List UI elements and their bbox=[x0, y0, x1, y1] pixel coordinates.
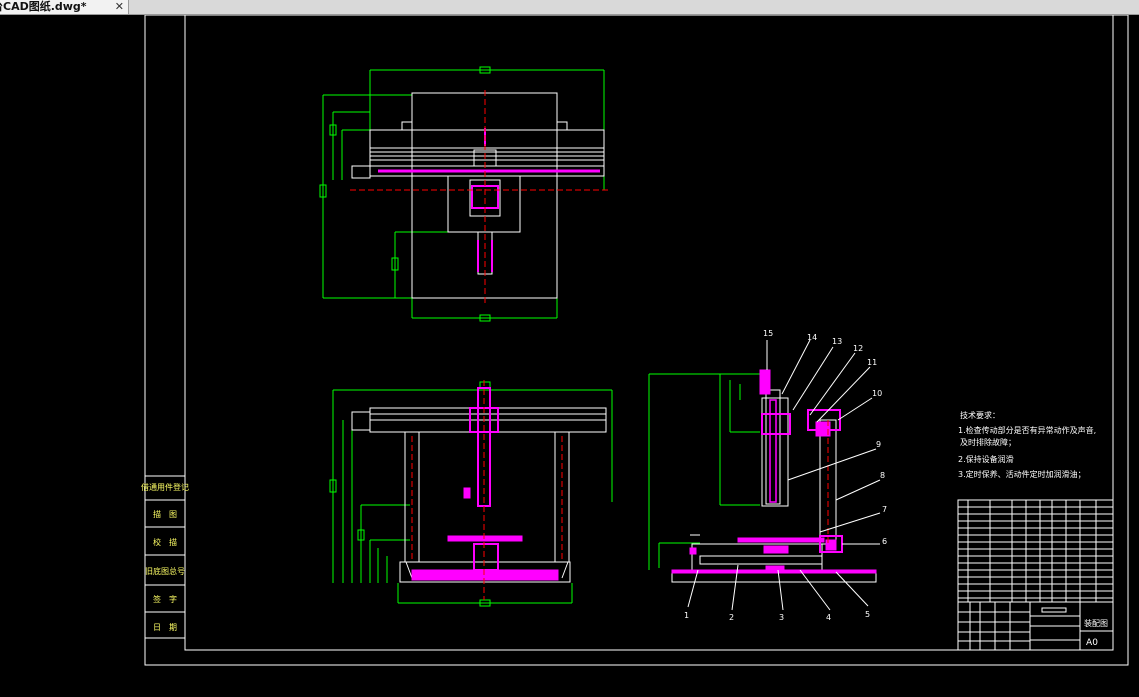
top-view[interactable] bbox=[319, 66, 608, 322]
tech-note-line-4: 3.定时保养、活动件定时加润滑油； bbox=[958, 469, 1086, 479]
left-block-row-2: 描 图 bbox=[153, 509, 177, 519]
part-number-2: 2 bbox=[729, 613, 734, 622]
left-block-row-3: 校 描 bbox=[153, 537, 177, 547]
part-number-1: 1 bbox=[684, 611, 689, 620]
left-block-row-4: 旧底图总号 bbox=[145, 566, 185, 576]
side-view[interactable]: 15 14 13 12 11 10 9 8 7 6 1 2 3 4 5 bbox=[648, 329, 887, 622]
tech-note-line-2: 及时排除故障； bbox=[960, 437, 1016, 447]
document-tab-bar: 台CAD图纸.dwg* ✕ bbox=[0, 0, 1139, 15]
sheet-size: A0 bbox=[1086, 638, 1098, 648]
part-number-6: 6 bbox=[882, 537, 887, 546]
part-number-10: 10 bbox=[872, 389, 882, 398]
left-revision-block: 借通用件登记 描 图 校 描 旧底图总号 签 字 日 期 bbox=[141, 475, 189, 639]
drawing-canvas[interactable]: 借通用件登记 描 图 校 描 旧底图总号 签 字 日 期 15 14 13 12… bbox=[0, 15, 1139, 697]
left-block-row-6: 日 期 bbox=[153, 623, 177, 632]
part-number-12: 12 bbox=[853, 344, 863, 353]
part-number-9: 9 bbox=[876, 440, 881, 449]
tech-note-line-1: 1.检查传动部分是否有异常动作及声音, bbox=[958, 425, 1096, 435]
part-number-5: 5 bbox=[865, 610, 870, 619]
front-view[interactable] bbox=[329, 380, 613, 607]
part-number-13: 13 bbox=[832, 337, 842, 346]
tech-requirements: 技术要求： 1.检查传动部分是否有异常动作及声音, 及时排除故障； 2.保持设备… bbox=[958, 410, 1096, 479]
title-block: 装配图 A0 bbox=[957, 499, 1114, 651]
tech-note-line-3: 2.保持设备润滑 bbox=[958, 454, 1014, 464]
part-number-15: 15 bbox=[763, 329, 773, 338]
left-block-row-5: 签 字 bbox=[153, 594, 177, 604]
close-icon[interactable]: ✕ bbox=[115, 0, 124, 14]
part-number-8: 8 bbox=[880, 471, 885, 480]
sheet-border bbox=[144, 15, 1129, 666]
part-number-4: 4 bbox=[826, 613, 831, 622]
drawing-name: 装配图 bbox=[1084, 618, 1108, 628]
part-number-14: 14 bbox=[807, 333, 817, 342]
tech-notes-title: 技术要求： bbox=[960, 410, 1000, 420]
left-block-row-1: 借通用件登记 bbox=[141, 482, 189, 492]
part-number-3: 3 bbox=[779, 613, 784, 622]
document-tab-title: 台CAD图纸.dwg* bbox=[0, 0, 87, 13]
part-number-11: 11 bbox=[867, 358, 877, 367]
part-number-7: 7 bbox=[882, 505, 887, 514]
document-tab[interactable]: 台CAD图纸.dwg* ✕ bbox=[0, 0, 129, 14]
